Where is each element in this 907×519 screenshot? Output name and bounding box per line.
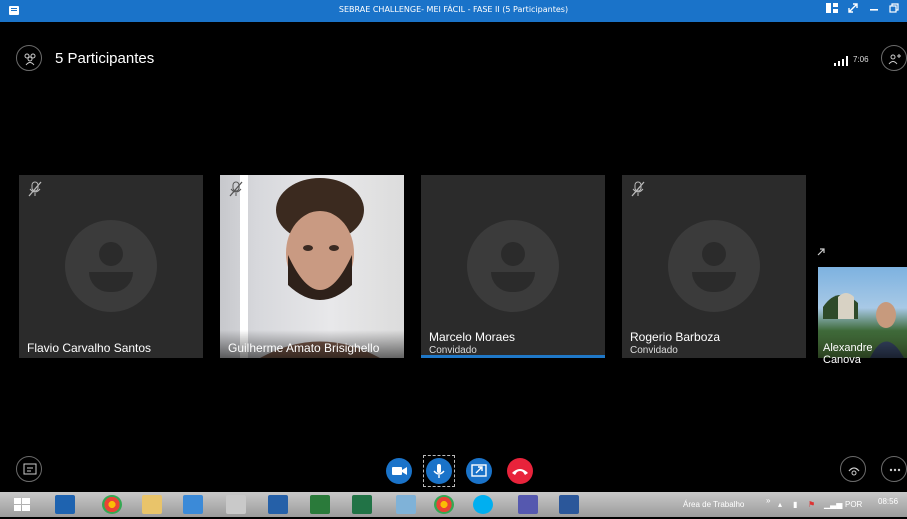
participant-tile-guilherme[interactable]: Guilherme Amato Brisighello: [220, 175, 404, 358]
app-icon[interactable]: [226, 495, 246, 514]
restore-icon[interactable]: [886, 3, 902, 19]
chat-button[interactable]: [16, 456, 42, 482]
hang-up-button[interactable]: [507, 458, 533, 484]
language-indicator[interactable]: POR: [845, 500, 862, 509]
project-icon[interactable]: [310, 495, 330, 514]
active-speaker-bar: [421, 355, 605, 358]
phone-keypad-icon: [848, 467, 860, 476]
participant-name: Flavio Carvalho Santos: [27, 341, 152, 355]
excel-icon[interactable]: [352, 495, 372, 514]
microphone-button[interactable]: [426, 458, 452, 484]
flag-icon[interactable]: ⚑: [808, 500, 815, 509]
participant-name: Rogerio Barboza: [630, 330, 721, 344]
outlook-icon[interactable]: [55, 495, 75, 514]
avatar-placeholder: [65, 220, 157, 312]
layout-icon[interactable]: [824, 3, 840, 19]
network-icon[interactable]: ▮: [793, 500, 797, 509]
participant-tile-rogerio[interactable]: Rogerio Barboza Convidado: [622, 175, 806, 358]
signal-strength-icon: [834, 56, 848, 66]
skype-icon[interactable]: [473, 495, 493, 514]
clock[interactable]: 08:56: [878, 497, 898, 506]
call-controls-button[interactable]: [840, 456, 866, 482]
minimize-icon[interactable]: [866, 3, 882, 19]
file-explorer-icon[interactable]: [142, 495, 162, 514]
tray-arrow-icon[interactable]: ▴: [778, 500, 782, 509]
call-time: 7:06: [853, 55, 869, 64]
participant-name: Alexandre Canova: [823, 342, 873, 366]
participants-count: 5 Participantes: [55, 50, 155, 67]
chrome-icon[interactable]: [102, 495, 122, 514]
teams-icon[interactable]: [518, 495, 538, 514]
chrome-icon-2[interactable]: [434, 495, 454, 514]
more-options-button[interactable]: [881, 456, 907, 482]
signal-icon[interactable]: ▁▃▅: [824, 500, 842, 509]
toolbar-expand-icon[interactable]: »: [766, 496, 770, 505]
participant-tile-marcelo[interactable]: Marcelo Moraes Convidado: [421, 175, 605, 358]
desktop-toolbar-label[interactable]: Área de Trabalho: [683, 500, 744, 509]
people-icon: [24, 53, 36, 66]
participants-button[interactable]: [16, 45, 42, 71]
expand-arrow-icon[interactable]: [817, 248, 825, 256]
share-screen-icon: [471, 464, 487, 477]
muted-microphone-icon: [28, 181, 42, 197]
microphone-icon: [433, 464, 445, 478]
avatar-placeholder: [467, 220, 559, 312]
remote-desktop-icon[interactable]: [268, 495, 288, 514]
add-participant-button[interactable]: [881, 45, 907, 71]
participant-tile-flavio[interactable]: Flavio Carvalho Santos: [19, 175, 203, 358]
self-video-preview[interactable]: Alexandre Canova: [818, 267, 907, 366]
windows-taskbar: Área de Trabalho » ▴ ▮ ⚑ ▁▃▅ POR 08:56: [0, 492, 907, 517]
windows-start-icon[interactable]: [12, 495, 32, 514]
window-title: SEBRAE CHALLENGE- MEI FÁCIL - FASE II (5…: [338, 5, 569, 14]
muted-microphone-icon: [229, 181, 243, 197]
word-icon[interactable]: [559, 495, 579, 514]
muted-microphone-icon: [631, 181, 645, 197]
avatar-placeholder: [668, 220, 760, 312]
participant-name: Marcelo Moraes: [429, 330, 516, 344]
video-button[interactable]: [386, 458, 412, 484]
internet-explorer-icon[interactable]: [183, 495, 203, 514]
video-icon: [392, 467, 407, 475]
meeting-stage: 5 Participantes 7:06 Flavio Carvalho San…: [0, 22, 907, 492]
app-icon-2[interactable]: [396, 495, 416, 514]
add-people-icon: [888, 54, 901, 65]
title-bar: SEBRAE CHALLENGE- MEI FÁCIL - FASE II (5…: [0, 0, 907, 22]
share-screen-button[interactable]: [466, 458, 492, 484]
more-icon: [889, 468, 901, 472]
chat-icon: [23, 463, 37, 475]
participant-role: Convidado: [630, 345, 678, 356]
participant-name: Guilherme Amato Brisighello: [228, 341, 380, 355]
fullscreen-icon[interactable]: [845, 3, 861, 19]
hang-up-icon: [512, 469, 528, 475]
